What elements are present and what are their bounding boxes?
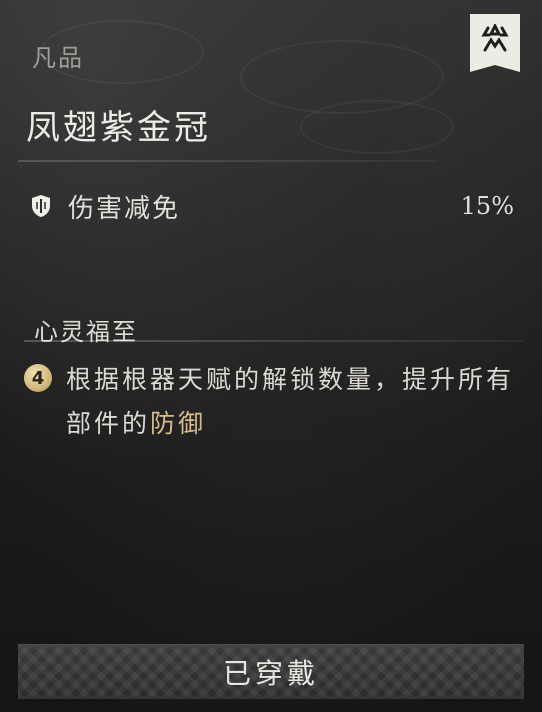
bonus-text-highlight: 防御 xyxy=(150,409,207,438)
item-name: 凤翅紫金冠 xyxy=(26,108,211,148)
cloud-ornament xyxy=(300,100,454,154)
stat-value: 15% xyxy=(460,192,514,220)
divider xyxy=(18,160,438,162)
emblem-icon xyxy=(470,14,520,72)
pieces-count-badge: 4 xyxy=(24,364,52,392)
set-bonus-description: 根据根器天赋的解锁数量，提升所有部件的防御 xyxy=(66,358,514,446)
item-rarity: 凡品 xyxy=(32,44,84,72)
item-tooltip-panel: 凡品 凤翅紫金冠 伤害减免 15% 心灵福至 4 根据根器天赋的解锁数量，提升所… xyxy=(0,0,542,712)
equipped-label: 已穿戴 xyxy=(222,657,319,690)
bonus-text-main: 根据根器天赋的解锁数量，提升所有部件的 xyxy=(66,365,515,438)
stat-label: 伤害减免 xyxy=(68,193,181,224)
shield-icon xyxy=(32,195,50,217)
cloud-ornament xyxy=(240,40,444,114)
set-bonus-entry: 4 根据根器天赋的解锁数量，提升所有部件的防御 xyxy=(24,358,514,446)
equipped-button[interactable]: 已穿戴 xyxy=(18,644,524,699)
set-divider xyxy=(24,340,524,342)
stat-row: 伤害减免 15% xyxy=(26,186,514,226)
